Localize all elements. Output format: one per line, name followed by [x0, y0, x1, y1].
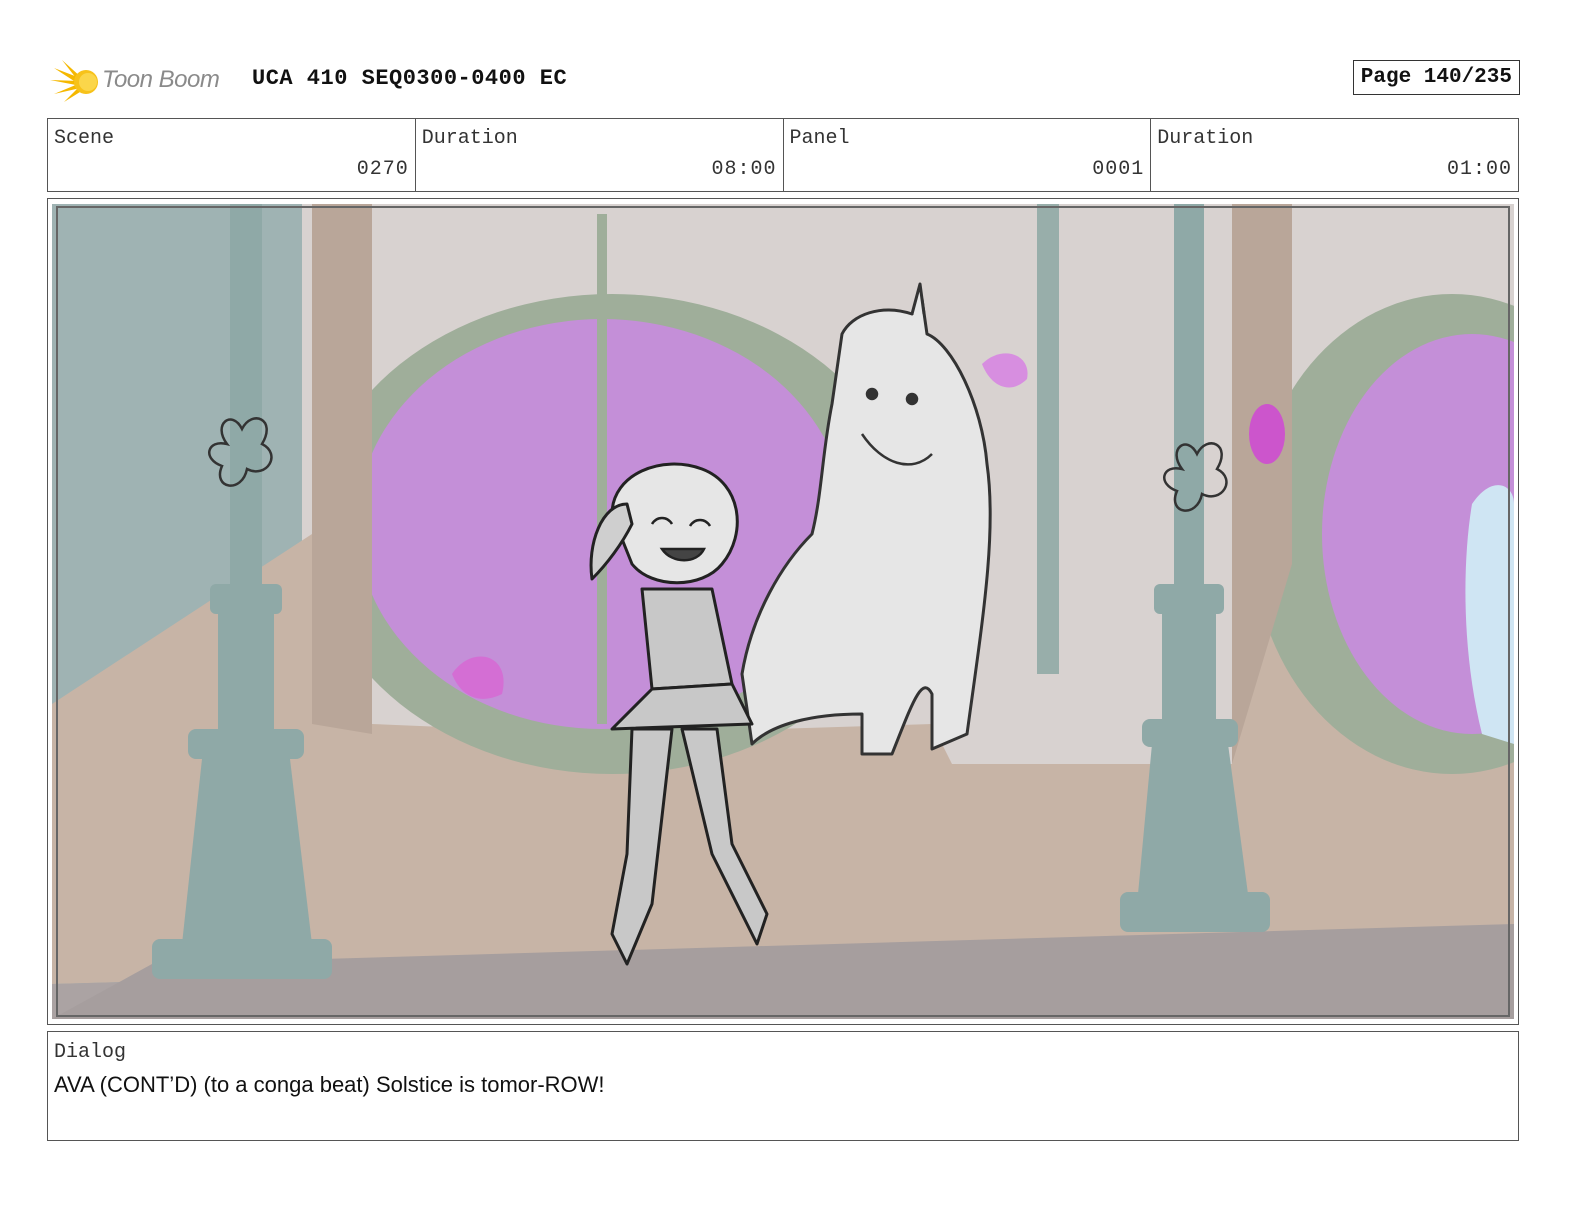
- panel-label: Panel: [789, 127, 850, 150]
- panel-value: 0001: [1092, 158, 1145, 181]
- panel-artwork: [52, 204, 1514, 1019]
- panel-duration-label: Duration: [1157, 127, 1254, 150]
- panel-cell: Panel 0001: [784, 119, 1152, 191]
- scene-cell: Scene 0270: [48, 119, 416, 191]
- panel-duration-value: 01:00: [1446, 158, 1512, 181]
- scene-duration-cell: Duration 08:00: [416, 119, 784, 191]
- dialog-box: Dialog AVA (CONT’D) (to a conga beat) So…: [47, 1031, 1519, 1141]
- panel-duration-cell: Duration 01:00: [1151, 119, 1518, 191]
- scene-value: 0270: [356, 158, 409, 181]
- scene-duration-label: Duration: [421, 127, 518, 150]
- toon-boom-logo: Toon Boom: [50, 56, 240, 106]
- document-title: UCA 410 SEQ0300-0400 EC: [252, 66, 568, 91]
- logo-text: Toon Boom: [102, 66, 220, 93]
- page-indicator: Page 140/235: [1352, 60, 1520, 95]
- scene-duration-value: 08:00: [711, 158, 777, 181]
- scene-info-table: Scene 0270 Duration 08:00 Panel 0001 Dur…: [47, 118, 1519, 192]
- starburst-icon: [50, 60, 98, 102]
- scene-label: Scene: [54, 127, 115, 150]
- dialog-label: Dialog: [54, 1041, 127, 1064]
- scene-illustration: [52, 204, 1514, 1019]
- storyboard-panel: [47, 198, 1519, 1025]
- storyboard-header: Toon Boom UCA 410 SEQ0300-0400 EC Page 1…: [50, 56, 1520, 106]
- dialog-text: AVA (CONT’D) (to a conga beat) Solstice …: [54, 1072, 605, 1097]
